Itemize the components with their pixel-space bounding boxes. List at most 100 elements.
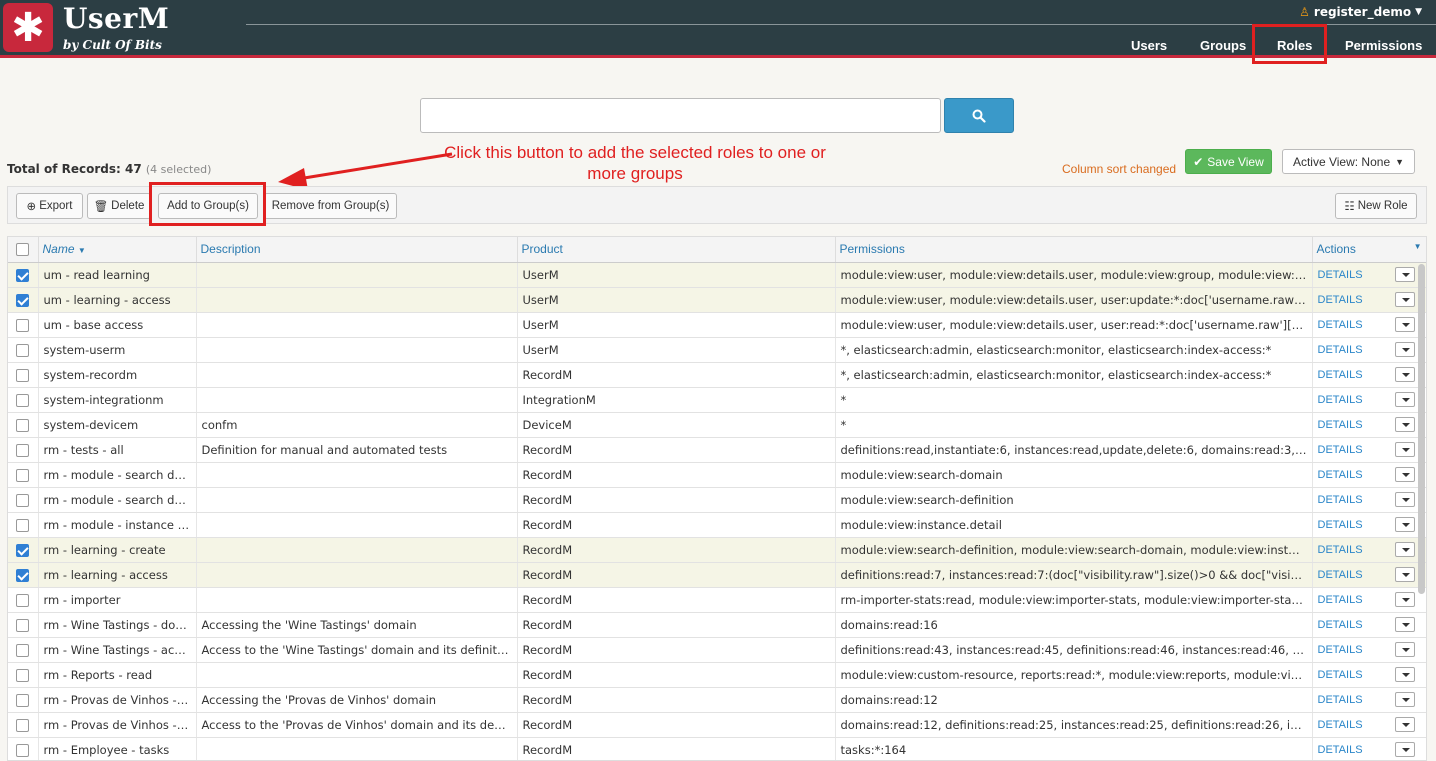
table-row[interactable]: system-userm UserM *, elasticsearch:admin,… (8, 337, 1426, 363)
details-link[interactable]: DETAILS (1318, 294, 1363, 306)
details-link[interactable]: DETAILS (1318, 269, 1363, 281)
details-link[interactable]: DETAILS (1318, 719, 1363, 731)
details-link[interactable]: DETAILS (1318, 544, 1363, 556)
table-row[interactable]: rm - Wine Tastings - access Access to the… (8, 637, 1426, 663)
table-row[interactable]: rm - Employee - tasks RecordM tasks:*:164 D… (8, 737, 1426, 760)
row-checkbox[interactable] (16, 743, 29, 757)
column-header-description[interactable]: Description (196, 237, 518, 263)
save-view-button[interactable]: ✔ Save View (1185, 149, 1272, 174)
row-checkbox[interactable] (16, 268, 29, 282)
row-checkbox[interactable] (16, 593, 29, 607)
user-menu[interactable]: ♙ register_demo ▼ (1299, 5, 1422, 19)
search-input[interactable] (420, 98, 941, 133)
active-view-dropdown[interactable]: Active View: None ▼ (1282, 149, 1415, 174)
nav-permissions[interactable]: Permissions (1345, 38, 1422, 53)
details-link[interactable]: DETAILS (1318, 519, 1363, 531)
row-actions-dropdown[interactable] (1394, 517, 1415, 532)
table-scrollbar[interactable] (1418, 264, 1425, 594)
details-link[interactable]: DETAILS (1318, 444, 1363, 456)
row-checkbox[interactable] (16, 543, 29, 557)
details-link[interactable]: DETAILS (1318, 594, 1363, 606)
export-button[interactable]: ⊕ Export (16, 193, 83, 219)
row-checkbox[interactable] (16, 618, 29, 632)
column-menu-icon[interactable]: ▼ (1414, 242, 1422, 251)
remove-from-groups-button[interactable]: Remove from Group(s) (264, 193, 397, 219)
table-row[interactable]: system-integrationm IntegrationM * DETAILS (8, 387, 1426, 413)
row-actions-dropdown[interactable] (1394, 292, 1415, 307)
column-header-product[interactable]: Product (517, 237, 836, 263)
details-link[interactable]: DETAILS (1318, 319, 1363, 331)
table-row[interactable]: rm - learning - create RecordM module:view… (8, 537, 1426, 563)
row-actions-dropdown[interactable] (1394, 417, 1415, 432)
nav-groups[interactable]: Groups (1200, 38, 1246, 53)
table-row[interactable]: rm - module - search domains RecordMmodul… (8, 462, 1426, 488)
row-actions-dropdown[interactable] (1394, 467, 1415, 482)
table-row[interactable]: system-devicem confm DeviceM * DETAILS (8, 412, 1426, 438)
row-checkbox[interactable] (16, 418, 29, 432)
row-checkbox[interactable] (16, 718, 29, 732)
nav-users[interactable]: Users (1131, 38, 1167, 53)
details-link[interactable]: DETAILS (1318, 469, 1363, 481)
row-checkbox[interactable] (16, 493, 29, 507)
table-row[interactable]: um - learning - access UserM module:view:u… (8, 287, 1426, 313)
row-actions-dropdown[interactable] (1394, 742, 1415, 757)
row-checkbox[interactable] (16, 518, 29, 532)
table-row[interactable]: rm - Provas de Vinhos - accessAccess to … (8, 712, 1426, 738)
row-checkbox[interactable] (16, 343, 29, 357)
table-row[interactable]: rm - Wine Tastings - domain Accessing the… (8, 612, 1426, 638)
row-checkbox[interactable] (16, 318, 29, 332)
details-link[interactable]: DETAILS (1318, 694, 1363, 706)
asterisk-logo-icon[interactable]: ✱ (3, 3, 53, 52)
details-link[interactable]: DETAILS (1318, 644, 1363, 656)
row-checkbox[interactable] (16, 568, 29, 582)
select-all-checkbox[interactable] (16, 243, 29, 257)
row-actions-dropdown[interactable] (1394, 592, 1415, 607)
row-actions-dropdown[interactable] (1394, 617, 1415, 632)
details-link[interactable]: DETAILS (1318, 669, 1363, 681)
row-actions-dropdown[interactable] (1394, 542, 1415, 557)
row-checkbox[interactable] (16, 293, 29, 307)
table-row[interactable]: rm - tests - all Definition for manual an… (8, 437, 1426, 463)
row-checkbox[interactable] (16, 643, 29, 657)
row-actions-dropdown[interactable] (1394, 492, 1415, 507)
details-link[interactable]: DETAILS (1318, 744, 1363, 756)
row-checkbox[interactable] (16, 393, 29, 407)
column-header-permissions[interactable]: Permissions (835, 237, 1313, 263)
details-link[interactable]: DETAILS (1318, 494, 1363, 506)
row-actions-dropdown[interactable] (1394, 317, 1415, 332)
search-button[interactable] (944, 98, 1014, 133)
table-row[interactable]: rm - learning - access RecordM definitions… (8, 562, 1426, 588)
table-row[interactable]: um - base access UserM module:view:user, m… (8, 312, 1426, 338)
details-link[interactable]: DETAILS (1318, 619, 1363, 631)
details-link[interactable]: DETAILS (1318, 369, 1363, 381)
delete-button[interactable]: 🗑 Delete (87, 193, 151, 219)
row-actions-dropdown[interactable] (1394, 267, 1415, 282)
table-row[interactable]: system-recordm RecordM *, elasticsearch:ad… (8, 362, 1426, 388)
details-link[interactable]: DETAILS (1318, 394, 1363, 406)
details-link[interactable]: DETAILS (1318, 569, 1363, 581)
row-actions-dropdown[interactable] (1394, 567, 1415, 582)
table-row[interactable]: rm - module - search definitions RecordMm… (8, 487, 1426, 513)
row-actions-dropdown[interactable] (1394, 367, 1415, 382)
details-link[interactable]: DETAILS (1318, 344, 1363, 356)
row-actions-dropdown[interactable] (1394, 342, 1415, 357)
row-checkbox[interactable] (16, 443, 29, 457)
row-actions-dropdown[interactable] (1394, 667, 1415, 682)
row-actions-dropdown[interactable] (1394, 692, 1415, 707)
row-actions-dropdown[interactable] (1394, 392, 1415, 407)
row-checkbox[interactable] (16, 693, 29, 707)
row-actions-dropdown[interactable] (1394, 442, 1415, 457)
table-row[interactable]: rm - module - instance detail RecordM modu… (8, 512, 1426, 538)
column-header-name[interactable]: Name ▼ (38, 237, 197, 263)
details-link[interactable]: DETAILS (1318, 419, 1363, 431)
table-row[interactable]: um - read learning UserM module:view:user,… (8, 262, 1426, 288)
row-checkbox[interactable] (16, 468, 29, 482)
table-row[interactable]: rm - Provas de Vinhos - domainAccessing … (8, 687, 1426, 713)
row-actions-dropdown[interactable] (1394, 717, 1415, 732)
row-checkbox[interactable] (16, 368, 29, 382)
table-row[interactable]: rm - importer RecordM rm-importer-stats:re… (8, 587, 1426, 613)
table-row[interactable]: rm - Reports - read RecordM module:view:cu… (8, 662, 1426, 688)
row-checkbox[interactable] (16, 668, 29, 682)
new-role-button[interactable]: ☷ New Role (1335, 193, 1417, 219)
column-header-actions[interactable]: Actions ▼ (1312, 237, 1426, 263)
